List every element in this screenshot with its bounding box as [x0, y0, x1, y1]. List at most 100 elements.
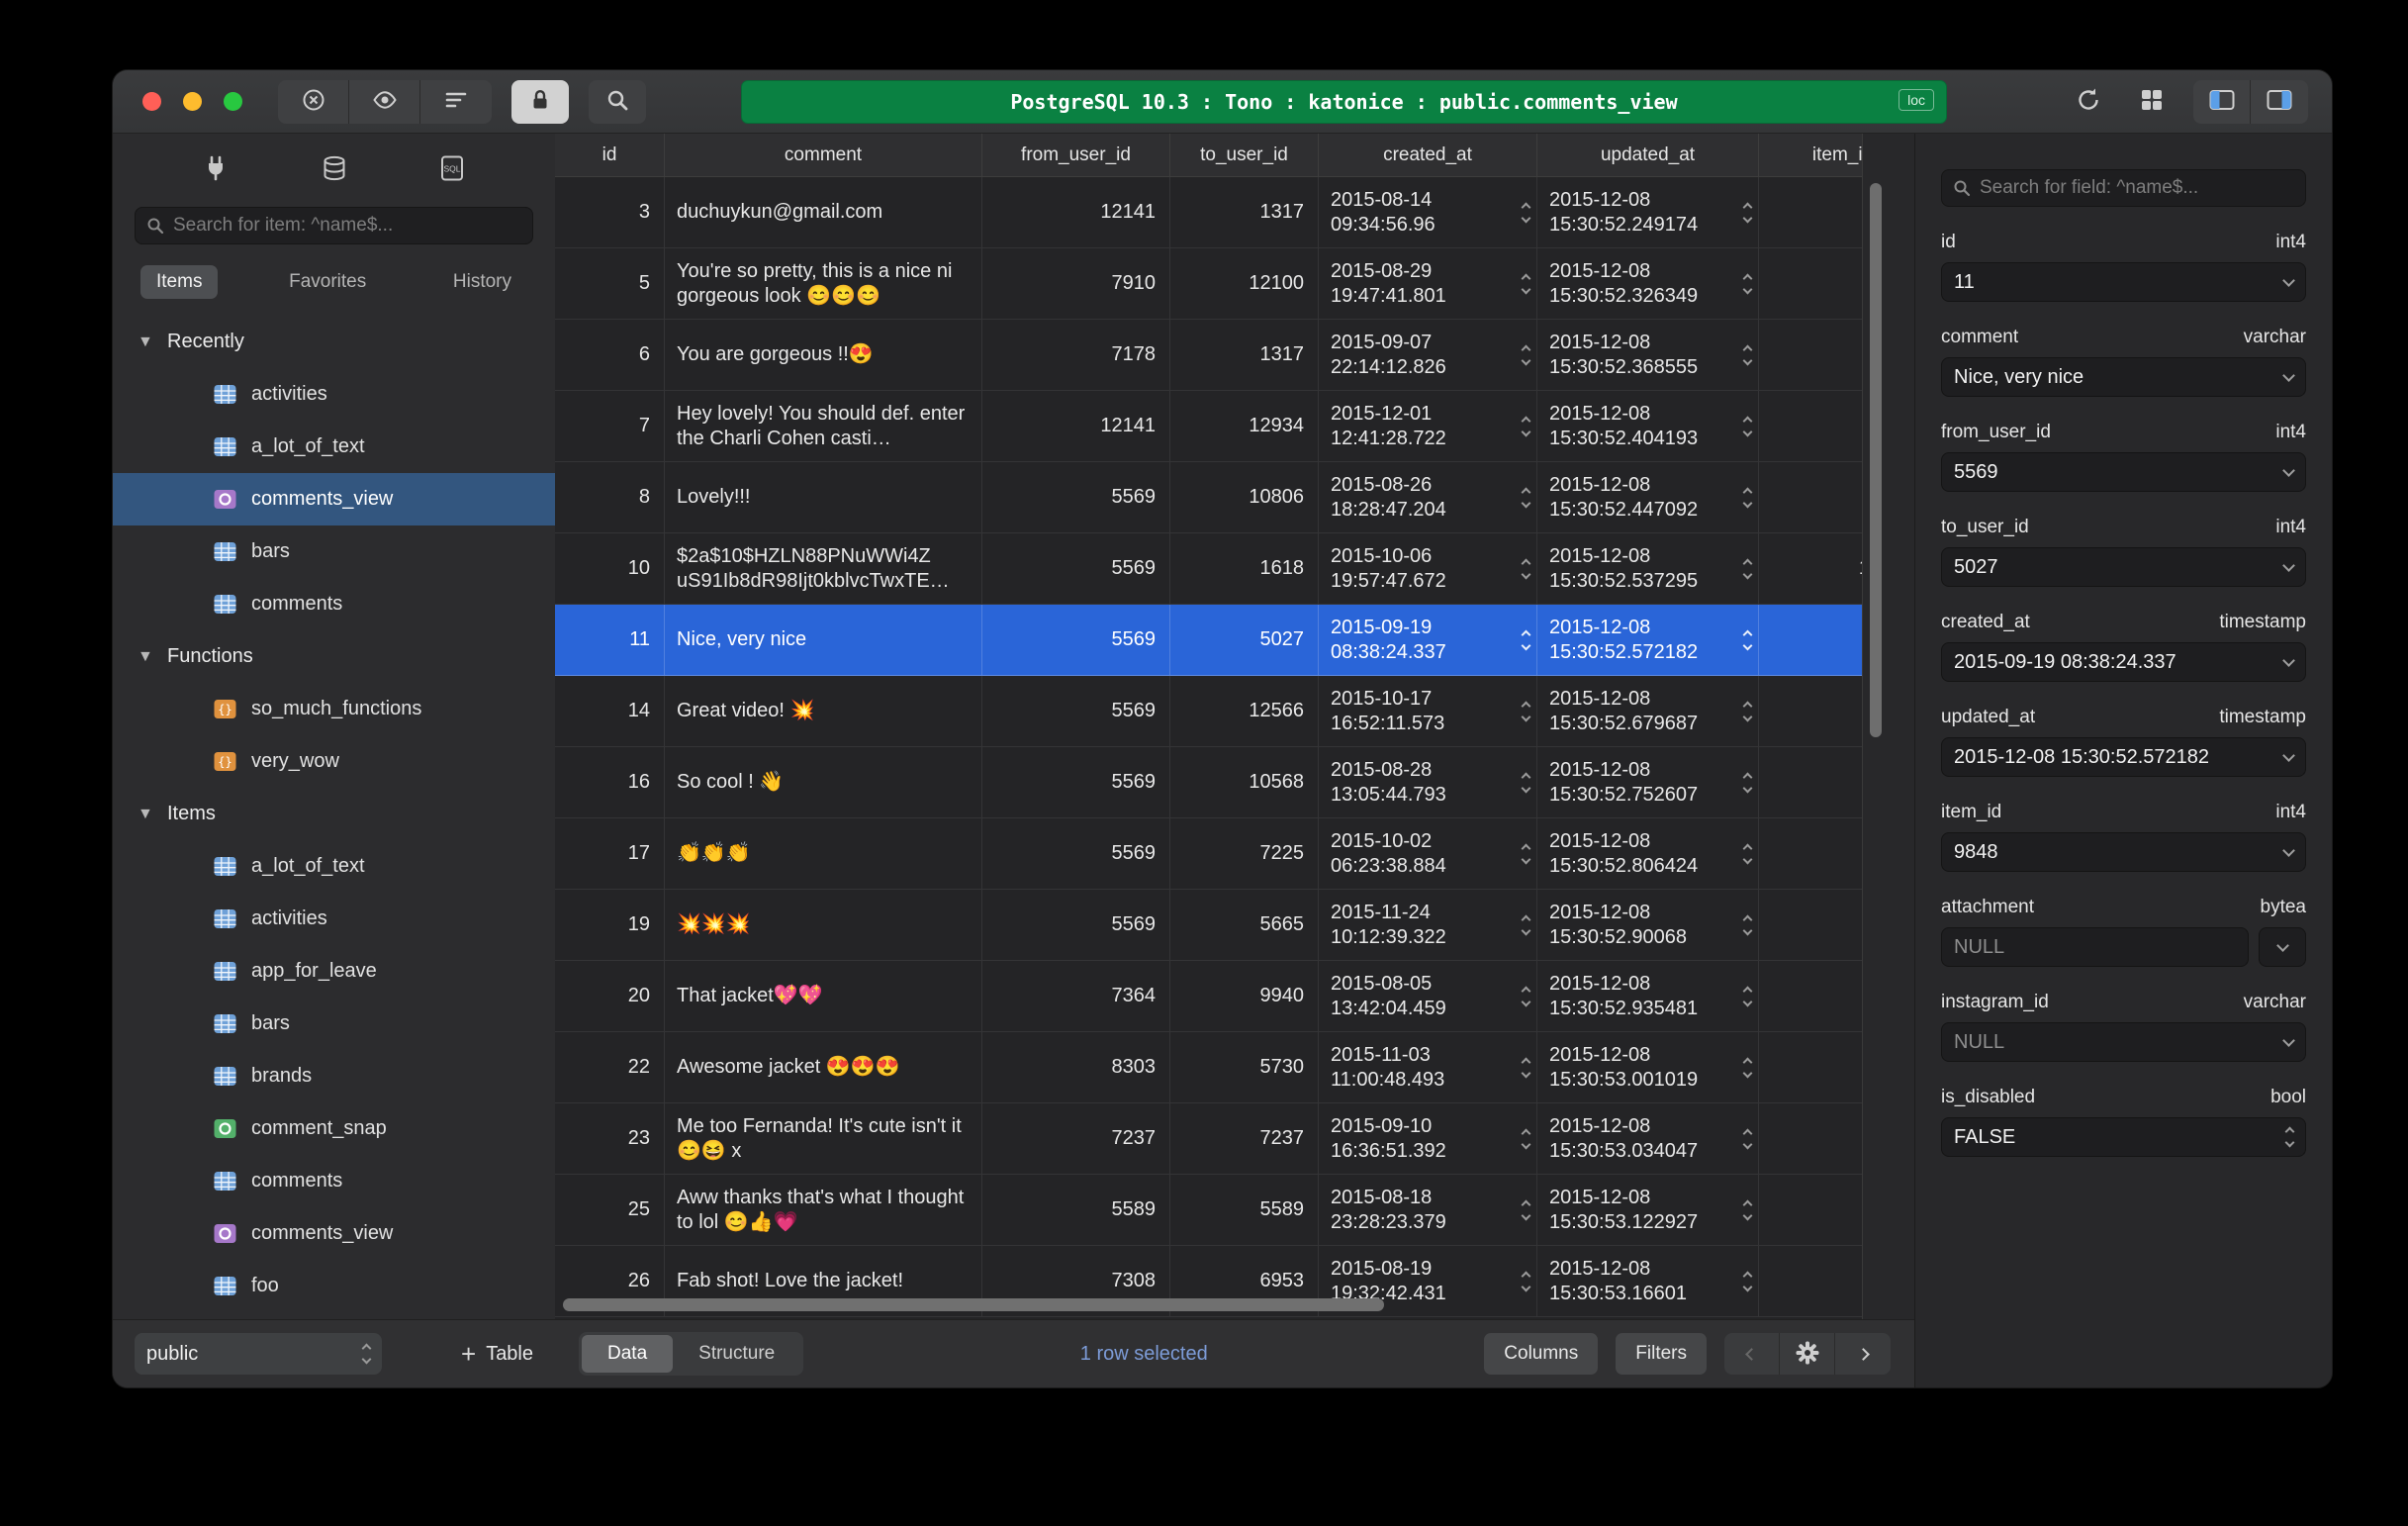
cell-created-at[interactable]: 2015-08-18 23:28:23.379: [1319, 1175, 1537, 1245]
cell-to-user-id[interactable]: 7225: [1170, 818, 1319, 889]
table-row[interactable]: 22 Awesome jacket 😍😍😍 8303 5730 2015-11-03 1…: [555, 1032, 1863, 1103]
cell-updated-at[interactable]: 2015-12-08 15:30:52.679687: [1537, 676, 1759, 746]
cell-to-user-id[interactable]: 1317: [1170, 177, 1319, 247]
table-row[interactable]: 17 👏👏👏 5569 7225 2015-10-02 06:23:38.884 2015…: [555, 818, 1863, 890]
sidebar-tab-favorites[interactable]: Favorites: [273, 265, 382, 299]
table-row[interactable]: 14 Great video! 💥 5569 12566 2015-10-17 16:5…: [555, 676, 1863, 747]
cell-to-user-id[interactable]: 12100: [1170, 248, 1319, 319]
column-header-from-user-id[interactable]: from_user_id: [982, 134, 1170, 176]
timestamp-stepper-icon[interactable]: [1521, 914, 1531, 935]
next-row-button[interactable]: [1835, 1333, 1891, 1375]
field-to-user-id-value[interactable]: 5027: [1941, 547, 2306, 587]
cell-to-user-id[interactable]: 5589: [1170, 1175, 1319, 1245]
cell-item-id[interactable]: 907: [1759, 320, 1863, 390]
inspector-search-input[interactable]: [1980, 177, 2295, 199]
disclosure-triangle-icon[interactable]: ▼: [138, 648, 155, 666]
timestamp-stepper-icon[interactable]: [1742, 843, 1753, 864]
cell-item-id[interactable]: 1358: [1759, 1032, 1863, 1102]
timestamp-stepper-icon[interactable]: [1521, 986, 1531, 1006]
sidebar-item-brands[interactable]: brands: [113, 1050, 555, 1102]
cell-id[interactable]: 10: [555, 533, 665, 604]
cell-created-at[interactable]: 2015-08-29 19:47:41.801: [1319, 248, 1537, 319]
connections-button[interactable]: [201, 153, 231, 186]
sidebar-item-activities[interactable]: activities: [113, 893, 555, 945]
table-row[interactable]: 5 You're so pretty, this is a nice ni gor…: [555, 248, 1863, 320]
cell-comment[interactable]: You are gorgeous !!😍: [665, 320, 982, 390]
cell-to-user-id[interactable]: 12566: [1170, 676, 1319, 746]
cell-created-at[interactable]: 2015-08-14 09:34:56.96: [1319, 177, 1537, 247]
cell-created-at[interactable]: 2015-12-01 12:41:28.722: [1319, 391, 1537, 461]
cell-id[interactable]: 3: [555, 177, 665, 247]
timestamp-stepper-icon[interactable]: [1521, 1199, 1531, 1220]
cell-item-id[interactable]: 748: [1759, 1175, 1863, 1245]
field-instagram-id-value[interactable]: NULL: [1941, 1022, 2306, 1062]
cell-updated-at[interactable]: 2015-12-08 15:30:52.537295: [1537, 533, 1759, 604]
cell-updated-at[interactable]: 2015-12-08 15:30:52.368555: [1537, 320, 1759, 390]
timestamp-stepper-icon[interactable]: [1521, 843, 1531, 864]
timestamp-stepper-icon[interactable]: [1742, 1057, 1753, 1078]
cell-from-user-id[interactable]: 12141: [982, 177, 1170, 247]
tree-section-functions[interactable]: ▼ Functions: [113, 630, 555, 683]
column-header-item-id[interactable]: item_id: [1759, 134, 1863, 176]
cell-updated-at[interactable]: 2015-12-08 15:30:53.16601: [1537, 1246, 1759, 1316]
cell-item-id[interactable]: 1093: [1759, 818, 1863, 889]
database-button[interactable]: [320, 153, 349, 186]
cell-updated-at[interactable]: 2015-12-08 15:30:52.447092: [1537, 462, 1759, 532]
cell-to-user-id[interactable]: 9940: [1170, 961, 1319, 1031]
cell-from-user-id[interactable]: 7237: [982, 1103, 1170, 1174]
cell-item-id[interactable]: 789: [1759, 248, 1863, 319]
cell-comment[interactable]: You're so pretty, this is a nice ni gorg…: [665, 248, 982, 319]
columns-button[interactable]: Columns: [1484, 1333, 1599, 1375]
cell-id[interactable]: 6: [555, 320, 665, 390]
cell-created-at[interactable]: 2015-08-28 13:05:44.793: [1319, 747, 1537, 817]
timestamp-stepper-icon[interactable]: [1521, 487, 1531, 508]
timestamp-stepper-icon[interactable]: [1521, 344, 1531, 365]
prev-row-button[interactable]: [1724, 1333, 1780, 1375]
cell-item-id[interactable]: 759: [1759, 1246, 1863, 1316]
cell-item-id[interactable]: 1227: [1759, 676, 1863, 746]
sidebar-item-bars[interactable]: bars: [113, 998, 555, 1050]
sidebar-item-a-lot-of-text[interactable]: a_lot_of_text: [113, 840, 555, 893]
timestamp-stepper-icon[interactable]: [1521, 1128, 1531, 1149]
table-row[interactable]: 6 You are gorgeous !!😍 7178 1317 2015-09-07 …: [555, 320, 1863, 391]
sidebar-item-foo[interactable]: foo: [113, 1260, 555, 1312]
sidebar-tab-items[interactable]: Items: [140, 265, 219, 299]
cell-id[interactable]: 16: [555, 747, 665, 817]
grid-view-button[interactable]: [2130, 80, 2174, 124]
table-row[interactable]: 3 duchuykun@gmail.com 12141 1317 2015-08-14 …: [555, 177, 1863, 248]
cell-from-user-id[interactable]: 5569: [982, 533, 1170, 604]
cell-comment[interactable]: Awesome jacket 😍😍😍: [665, 1032, 982, 1102]
schema-select[interactable]: public: [135, 1333, 382, 1375]
timestamp-stepper-icon[interactable]: [1521, 772, 1531, 793]
cell-updated-at[interactable]: 2015-12-08 15:30:52.249174: [1537, 177, 1759, 247]
sidebar-item-bars[interactable]: bars: [113, 525, 555, 578]
cell-created-at[interactable]: 2015-08-26 18:28:47.204: [1319, 462, 1537, 532]
cell-comment[interactable]: That jacket💖💖: [665, 961, 982, 1031]
table-row[interactable]: 11 Nice, very nice 5569 5027 2015-09-19 08:3…: [555, 605, 1863, 676]
timestamp-stepper-icon[interactable]: [1742, 416, 1753, 436]
field-id-value[interactable]: 11: [1941, 262, 2306, 302]
cell-from-user-id[interactable]: 8303: [982, 1032, 1170, 1102]
timestamp-stepper-icon[interactable]: [1521, 416, 1531, 436]
view-tab-data[interactable]: Data: [582, 1335, 674, 1373]
cell-item-id[interactable]: 11345: [1759, 533, 1863, 604]
cell-id[interactable]: 5: [555, 248, 665, 319]
timestamp-stepper-icon[interactable]: [1742, 1199, 1753, 1220]
timestamp-stepper-icon[interactable]: [1742, 986, 1753, 1006]
field-attachment-value[interactable]: NULL: [1941, 927, 2249, 967]
tree-section-recently[interactable]: ▼ Recently: [113, 316, 555, 368]
cell-comment[interactable]: duchuykun@gmail.com: [665, 177, 982, 247]
sidebar-item-comment-snap[interactable]: comment_snap: [113, 1102, 555, 1155]
cell-created-at[interactable]: 2015-10-06 19:57:47.672: [1319, 533, 1537, 604]
cell-comment[interactable]: Aww thanks that's what I thought to lol …: [665, 1175, 982, 1245]
sidebar-item-a-lot-of-text[interactable]: a_lot_of_text: [113, 421, 555, 473]
timestamp-stepper-icon[interactable]: [1521, 1057, 1531, 1078]
refresh-button[interactable]: [2067, 80, 2110, 124]
toggle-inspector-button[interactable]: [2251, 80, 2308, 124]
table-row[interactable]: 16 So cool ! 👋 5569 10568 2015-08-28 13:05:4…: [555, 747, 1863, 818]
timestamp-stepper-icon[interactable]: [1742, 273, 1753, 294]
timestamp-stepper-icon[interactable]: [1742, 772, 1753, 793]
cell-item-id[interactable]: 1321: [1759, 391, 1863, 461]
cell-id[interactable]: 17: [555, 818, 665, 889]
cell-to-user-id[interactable]: 5027: [1170, 605, 1319, 675]
